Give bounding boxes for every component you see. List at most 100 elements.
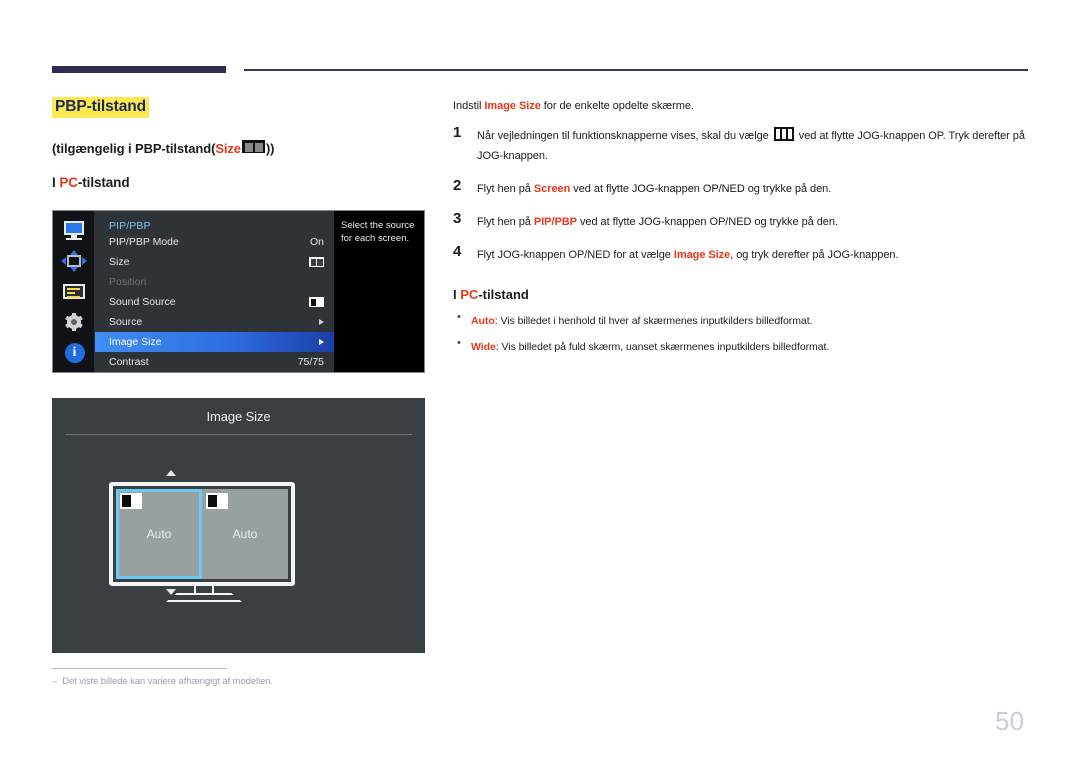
arrow-up-icon[interactable] (166, 470, 176, 476)
page-number: 50 (995, 706, 1024, 736)
step-text-part: Flyt hen på (477, 216, 534, 228)
image-size-dialog: Image Size Auto Auto Apply Cancel (52, 398, 425, 653)
bullet-keyword: Auto (471, 315, 495, 327)
footnote-text: Det viste billede kan variere afhængigt … (62, 676, 273, 687)
osd-label: Position (109, 276, 147, 288)
step-text: Flyt hen på PIP/PBP ved at flytte JOG-kn… (477, 216, 838, 228)
chevron-right-icon (319, 339, 324, 345)
osd-row-position: Position (95, 272, 334, 292)
osd-icon-rail: i (53, 211, 95, 372)
bullet-auto: • Auto: Vis billedet i henhold til hver … (453, 311, 1031, 329)
bullet-text: Auto: Vis billedet i henhold til hver af… (471, 315, 813, 327)
chevron-right-icon (319, 319, 324, 325)
osd-label: Size (109, 256, 130, 268)
three-bar-icon (773, 127, 794, 141)
osd-value: 75/75 (297, 356, 324, 368)
gear-icon[interactable] (61, 311, 87, 333)
step-text-part: , og tryk derefter på JOG-knappen. (730, 249, 899, 261)
step-text: Flyt JOG-knappen OP/NED for at vælge Ima… (477, 249, 899, 261)
footnote-dash: ‒ (52, 676, 58, 687)
osd-label: Sound Source (109, 296, 176, 308)
osd-value: On (309, 236, 324, 248)
osd-row-contrast[interactable]: Contrast 75/75 (95, 352, 334, 372)
lead-part-1: Indstil (453, 100, 485, 112)
bullet-wide: • Wide: Vis billedet på fuld skærm, uans… (453, 337, 1031, 355)
move-arrows-icon[interactable] (60, 250, 87, 272)
pc-mode-heading-left: I PC-tilstand (52, 175, 130, 190)
aspect-badge-icon (120, 493, 142, 509)
step-keyword: Image Size (673, 249, 731, 261)
preview-pane-label: Auto (146, 527, 172, 541)
step-text: Når vejledningen til funktionsknapperne … (477, 127, 1025, 162)
monitor-bezel: Auto Auto (109, 482, 295, 586)
bullet-marker: • (457, 337, 461, 349)
osd-label: Source (109, 316, 143, 328)
step-number: 2 (453, 177, 462, 194)
monitor-icon[interactable] (61, 220, 87, 242)
list-icon[interactable] (61, 281, 87, 303)
monitor-preview: Auto Auto (109, 470, 299, 602)
instructions-column: Indstil Image Size for de enkelte opdelt… (453, 99, 1031, 363)
preview-pane-right[interactable]: Auto (202, 489, 288, 579)
pc-mode-prefix-right: I (453, 287, 457, 302)
step-number: 3 (453, 210, 462, 227)
step-text-part: ved at flytte JOG-knappen OP/NED og tryk… (570, 183, 832, 195)
step-2: 2 Flyt hen på Screen ved at flytte JOG-k… (453, 177, 1031, 199)
osd-label: Image Size (109, 336, 162, 348)
step-1: 1 Når vejledningen til funktionsknappern… (453, 124, 1031, 166)
osd-row-pip-pbp-mode[interactable]: PIP/PBP Mode On (95, 232, 334, 252)
bullet-marker: • (457, 311, 461, 323)
step-text-part: ved at flytte JOG-knappen OP/NED og tryk… (576, 216, 838, 228)
preview-pane-left[interactable]: Auto (116, 489, 202, 579)
footnote-divider (52, 668, 227, 669)
bullet-body: : Vis billedet på fuld skærm, uanset skæ… (495, 341, 830, 353)
osd-row-size[interactable]: Size (95, 252, 334, 272)
step-text-part: Når vejledningen til funktionsknapperne … (477, 130, 772, 142)
aspect-badge-icon (206, 493, 228, 509)
monitor-stand-base (166, 593, 242, 602)
step-4: 4 Flyt JOG-knappen OP/NED for at vælge I… (453, 243, 1031, 265)
availability-prefix: (tilgængelig i PBP-tilstand( (52, 141, 216, 156)
header-rule-thin (244, 69, 1028, 71)
bullet-text: Wide: Vis billedet på fuld skærm, uanset… (471, 341, 829, 353)
step-number: 1 (453, 124, 462, 141)
instructions-lead: Indstil Image Size for de enkelte opdelt… (453, 99, 1031, 114)
size-split-icon (309, 257, 324, 267)
pc-mode-prefix-left: I (52, 175, 56, 190)
osd-row-source[interactable]: Source (95, 312, 334, 332)
lead-part-2: for de enkelte opdelte skærme. (540, 100, 694, 112)
bullet-keyword: Wide (471, 341, 496, 353)
osd-menu: i PIP/PBP PIP/PBP Mode On Size Position … (52, 210, 425, 373)
arrow-down-icon[interactable] (166, 589, 176, 595)
bullet-body: : Vis billedet i henhold til hver af skæ… (494, 315, 813, 327)
header-rule-thick (52, 66, 226, 73)
info-icon[interactable]: i (61, 342, 87, 364)
step-text-part: Flyt hen på (477, 183, 534, 195)
pc-mode-red-right: PC (460, 287, 479, 302)
osd-section-header: PIP/PBP (109, 220, 151, 232)
osd-label: Contrast (109, 356, 149, 368)
step-text: Flyt hen på Screen ved at flytte JOG-kna… (477, 183, 831, 195)
document-page: PBP-tilstand (tilgængelig i PBP-tilstand… (0, 0, 1080, 763)
pc-mode-post-right: -tilstand (478, 287, 529, 302)
pc-mode-post-left: -tilstand (77, 175, 130, 190)
step-keyword: Screen (533, 183, 571, 195)
page-title: PBP-tilstand (52, 97, 149, 118)
dialog-divider (65, 434, 412, 435)
osd-item-list: PIP/PBP PIP/PBP Mode On Size Position So… (95, 211, 334, 372)
availability-size-label: Size (215, 141, 241, 156)
dialog-title: Image Size (206, 409, 271, 424)
step-3: 3 Flyt hen på PIP/PBP ved at flytte JOG-… (453, 210, 1031, 232)
osd-label: PIP/PBP Mode (109, 236, 179, 248)
availability-suffix: )) (265, 141, 275, 156)
osd-help-tooltip: Select the source for each screen. (334, 211, 424, 372)
footnote: ‒ Det viste billede kan variere afhængigt… (52, 676, 273, 687)
pbp-split-icon (241, 140, 265, 153)
lead-image-size: Image Size (484, 100, 541, 112)
osd-row-image-size[interactable]: Image Size (95, 332, 334, 352)
pc-mode-red-left: PC (59, 175, 78, 190)
pc-mode-heading-right: I PC-tilstand (453, 287, 1031, 302)
preview-pane-label: Auto (232, 527, 258, 541)
osd-row-sound-source[interactable]: Sound Source (95, 292, 334, 312)
step-keyword: PIP/PBP (533, 216, 577, 228)
